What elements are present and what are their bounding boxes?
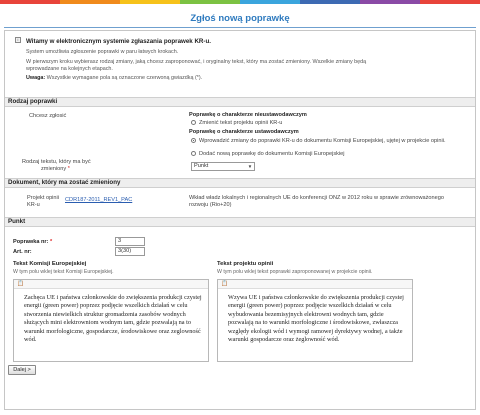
intro-note: Uwaga: Wszystkie wymagane pola są oznacz… <box>26 75 202 81</box>
chcesz-label: Chcesz zgłosić <box>29 113 67 119</box>
rodzaj-tekstu-label-cont: zmieniony * <box>41 166 70 172</box>
editor-toolbar: 📋 <box>218 280 412 289</box>
poprawka-nr-input[interactable]: 3 <box>115 237 145 246</box>
intro-title: Witamy w elektronicznym systemie zgłasza… <box>26 38 211 45</box>
top-color-bar <box>0 0 480 4</box>
art-nr-input[interactable]: 3(30) <box>115 247 145 256</box>
color-stripe <box>420 0 480 4</box>
intro-text-line: W pierwszym kroku wybierasz rodzaj zmian… <box>26 59 367 65</box>
chevron-down-icon: ▼ <box>247 164 253 169</box>
rodzaj-tekstu-select[interactable]: Punkt ▼ <box>191 162 255 171</box>
color-stripe <box>300 0 360 4</box>
rodzaj-tekstu-label-2: zmieniony <box>41 166 67 172</box>
color-stripe <box>360 0 420 4</box>
right-column-title: Tekst projektu opinii <box>217 261 274 267</box>
opinion-text-content[interactable]: Wzywa UE i państwa członkowskie do zwięk… <box>228 294 406 344</box>
projekt-opinii-label-2: KR-u <box>27 202 40 208</box>
color-stripe <box>180 0 240 4</box>
required-star: * <box>67 166 70 172</box>
commission-text-content[interactable]: Zachęca UE i państwa członkowskie do zwi… <box>24 294 202 344</box>
document-description-2: rozwoju (Rio+20) <box>189 202 232 208</box>
intro-text-line: wprowadzane na kolejnych etapach. <box>26 66 113 72</box>
radio-dodac-poprawke[interactable] <box>191 151 196 156</box>
group-title-legislative: Poprawkę o charakterze ustawodawczym <box>189 129 299 135</box>
left-column-hint: W tym polu wklej tekst Komisji Europejsk… <box>13 269 114 275</box>
title-divider <box>4 27 476 28</box>
right-column-hint: W tym polu wklej tekst poprawki zapropon… <box>217 269 373 275</box>
required-star: * <box>50 239 53 245</box>
left-column-title: Tekst Komisji Europejskiej <box>13 261 87 267</box>
group-title-nonlegislative: Poprawkę o charakterze nieustawodawczym <box>189 112 307 118</box>
paste-icon[interactable]: 📋 <box>17 281 24 287</box>
radio-zmienic-tekst[interactable] <box>191 120 196 125</box>
color-stripe <box>0 0 60 4</box>
opinion-text-editor[interactable]: 📋 Wzywa UE i państwa członkowskie do zwi… <box>217 279 413 362</box>
intro-note-text: Wszystkie wymagane pola są oznaczone cze… <box>46 75 203 81</box>
radio-label-zmienic-tekst: Zmienić tekst projektu opinii KR-u <box>199 120 283 126</box>
editor-toolbar: 📋 <box>14 280 208 289</box>
color-stripe <box>60 0 120 4</box>
intro-text-line: System umożliwia zgłoszenie poprawki w p… <box>26 49 179 55</box>
paste-icon[interactable]: 📋 <box>221 281 228 287</box>
radio-label-wprowadzic-zmiany: Wprowadzić zmiany do poprawki KR-u do do… <box>199 138 446 144</box>
form-container: i Witamy w elektronicznym systemie zgłas… <box>4 30 476 410</box>
section-header-dokument: Dokument, który ma zostać zmieniony <box>5 178 475 188</box>
poprawka-nr-label: Poprawka nr: * <box>13 239 52 245</box>
next-button[interactable]: Dalej > <box>8 365 36 375</box>
radio-wprowadzic-zmiany[interactable] <box>191 138 196 143</box>
document-description: Wkład władz lokalnych i regionalnych UE … <box>189 195 444 201</box>
poprawka-nr-text: Poprawka nr: <box>13 239 49 245</box>
document-link[interactable]: CDR187-2011_REV1_PAC <box>65 197 132 203</box>
section-header-rodzaj: Rodzaj poprawki <box>5 97 475 107</box>
color-stripe <box>120 0 180 4</box>
intro-note-label: Uwaga: <box>26 75 46 81</box>
section-header-punkt: Punkt <box>5 217 475 227</box>
radio-label-dodac-poprawke: Dodać nową poprawkę do dokumentu Komisji… <box>199 151 345 157</box>
commission-text-editor[interactable]: 📋 Zachęca UE i państwa członkowskie do z… <box>13 279 209 362</box>
select-value: Punkt <box>194 163 209 169</box>
rodzaj-tekstu-label: Rodzaj tekstu, który ma być <box>22 159 91 165</box>
info-icon: i <box>15 37 21 43</box>
color-stripe <box>240 0 300 4</box>
page-title: Zgłoś nową poprawkę <box>190 13 290 24</box>
projekt-opinii-label: Projekt opinii <box>27 195 60 201</box>
art-nr-label: Art. nr: <box>13 249 32 255</box>
